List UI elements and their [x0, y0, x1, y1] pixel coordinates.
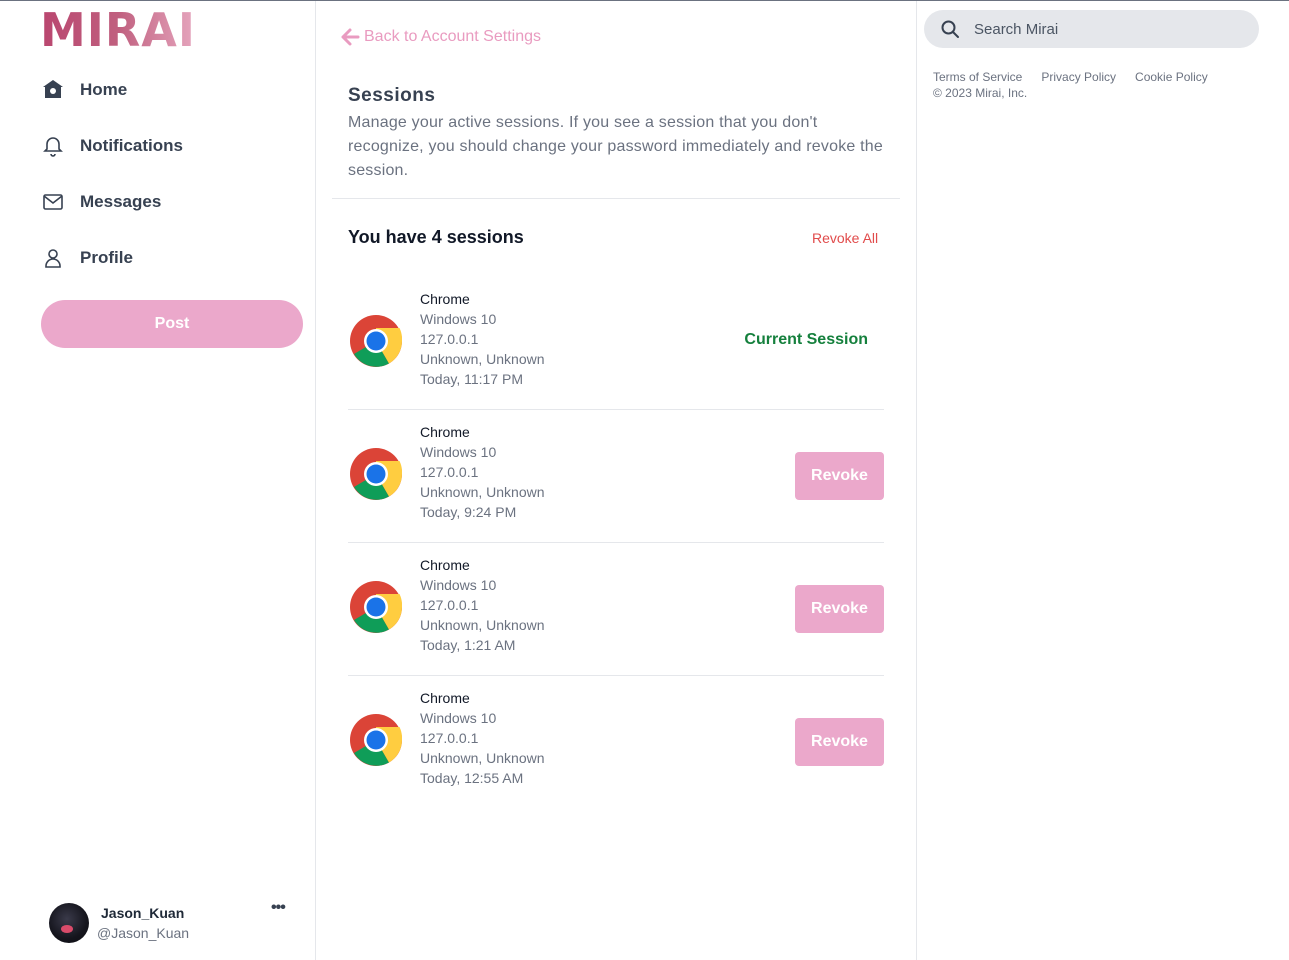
bell-icon [40, 133, 66, 159]
user-icon [40, 245, 66, 271]
sidebar-item-label: Messages [80, 192, 162, 211]
session-time: Today, 9:24 PM [420, 504, 517, 520]
session-row: Chrome Windows 10 127.0.0.1 Unknown, Unk… [348, 543, 884, 676]
copyright: © 2023 Mirai, Inc. [933, 86, 1028, 100]
sidebar-item-label: Profile [80, 248, 133, 267]
session-ip: 127.0.0.1 [420, 730, 479, 746]
sidebar-item-home[interactable]: Home [40, 71, 183, 109]
session-row: Chrome Windows 10 127.0.0.1 Unknown, Unk… [348, 676, 884, 809]
page-description: Manage your active sessions. If you see … [348, 114, 883, 179]
session-location: Unknown, Unknown [420, 750, 545, 766]
session-location: Unknown, Unknown [420, 351, 545, 367]
footer-links-row: Terms of Service Privacy Policy Cookie P… [933, 70, 1208, 84]
home-icon [40, 77, 66, 103]
sidebar-item-label: Notifications [80, 136, 183, 155]
divider [332, 198, 900, 199]
current-session-label: Current Session [744, 331, 868, 348]
sidebar: MIRAI Home Notifications Messages Profil… [0, 1, 316, 960]
session-time: Today, 1:21 AM [420, 637, 516, 653]
session-count-title: You have 4 sessions [348, 227, 524, 247]
search-bar[interactable] [924, 10, 1259, 48]
session-os: Windows 10 [420, 311, 497, 327]
session-info: Chrome Windows 10 127.0.0.1 Unknown, Unk… [420, 422, 545, 522]
search-icon [940, 19, 960, 39]
session-browser: Chrome [420, 557, 470, 573]
revoke-all-button[interactable]: Revoke All [812, 230, 878, 246]
back-link-label: Back to Account Settings [364, 28, 541, 45]
sidebar-item-messages[interactable]: Messages [40, 183, 183, 221]
session-info: Chrome Windows 10 127.0.0.1 Unknown, Unk… [420, 555, 545, 655]
main-content: Back to Account Settings Sessions Manage… [316, 1, 917, 960]
mirai-logo[interactable]: MIRAI [40, 3, 197, 57]
session-row: Chrome Windows 10 127.0.0.1 Unknown, Unk… [348, 277, 884, 410]
session-ip: 127.0.0.1 [420, 464, 479, 480]
avatar [49, 903, 89, 943]
session-time: Today, 11:17 PM [420, 371, 523, 387]
session-browser: Chrome [420, 690, 470, 706]
session-time: Today, 12:55 AM [420, 770, 524, 786]
more-options-icon[interactable]: ••• [271, 899, 286, 917]
back-to-account-settings-link[interactable]: Back to Account Settings [340, 27, 541, 47]
revoke-button[interactable]: Revoke [795, 452, 884, 500]
session-ip: 127.0.0.1 [420, 597, 479, 613]
session-os: Windows 10 [420, 444, 497, 460]
cookie-policy-link[interactable]: Cookie Policy [1135, 70, 1208, 84]
search-input[interactable] [974, 20, 1234, 38]
session-browser: Chrome [420, 291, 470, 307]
footer: Terms of Service Privacy Policy Cookie P… [933, 70, 1208, 100]
session-info: Chrome Windows 10 127.0.0.1 Unknown, Unk… [420, 289, 545, 389]
logo-text: MIRAI [40, 3, 197, 57]
envelope-icon [40, 189, 66, 215]
privacy-policy-link[interactable]: Privacy Policy [1041, 70, 1116, 84]
user-handle: @Jason_Kuan [97, 925, 190, 941]
session-info: Chrome Windows 10 127.0.0.1 Unknown, Unk… [420, 688, 545, 788]
chrome-icon [350, 714, 403, 766]
session-row: Chrome Windows 10 127.0.0.1 Unknown, Unk… [348, 410, 884, 543]
page-title: Sessions [348, 85, 436, 106]
revoke-button[interactable]: Revoke [795, 585, 884, 633]
session-os: Windows 10 [420, 577, 497, 593]
user-name: Jason_Kuan [101, 905, 185, 921]
chrome-icon [350, 315, 403, 367]
session-ip: 127.0.0.1 [420, 331, 479, 347]
chrome-icon [350, 581, 403, 633]
sidebar-item-notifications[interactable]: Notifications [40, 127, 183, 165]
chrome-icon [350, 448, 403, 500]
post-button[interactable]: Post [41, 300, 303, 348]
sidebar-nav: Home Notifications Messages Profile [40, 71, 183, 295]
sidebar-item-label: Home [80, 80, 128, 99]
session-location: Unknown, Unknown [420, 617, 545, 633]
user-card[interactable]: Jason_Kuan @Jason_Kuan ••• [49, 899, 299, 945]
session-browser: Chrome [420, 424, 470, 440]
sidebar-item-profile[interactable]: Profile [40, 239, 183, 277]
revoke-button[interactable]: Revoke [795, 718, 884, 766]
terms-of-service-link[interactable]: Terms of Service [933, 70, 1022, 84]
session-os: Windows 10 [420, 710, 497, 726]
arrow-left-icon [340, 27, 360, 47]
session-location: Unknown, Unknown [420, 484, 545, 500]
